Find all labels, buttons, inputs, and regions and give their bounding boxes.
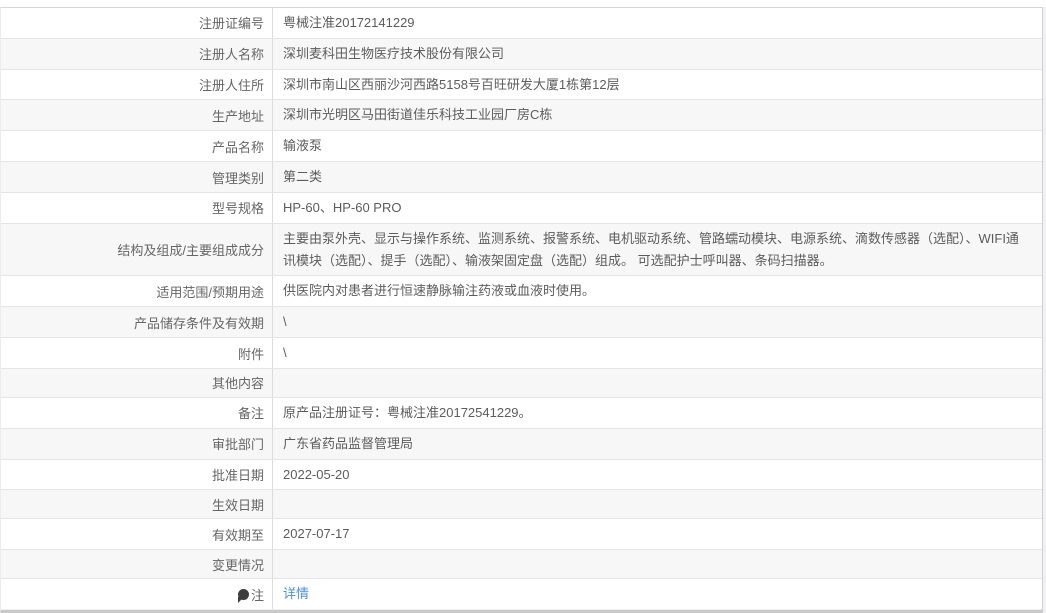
row-value: 2022-05-20 (283, 466, 350, 482)
row-label: 注册人名称 (1, 38, 273, 69)
row-value (273, 550, 1042, 578)
table-row: 批准日期 2022-05-20 (1, 459, 1042, 491)
table-row: 产品储存条件及有效期 \ (1, 307, 1042, 339)
row-value: 第二类 (283, 169, 323, 185)
registration-info-table: 注册证编号 粤械注准20172141229 注册人名称 深圳麦科田生物医疗技术股… (0, 7, 1043, 613)
row-label: 备注 (1, 397, 273, 428)
row-label: 管理类别 (1, 162, 273, 192)
row-label: 审批部门 (1, 428, 273, 459)
table-row: 注册人名称 深圳麦科田生物医疗技术股份有限公司 (1, 38, 1042, 70)
row-label: 其他内容 (1, 368, 273, 397)
row-value: 2027-07-17 (283, 526, 350, 542)
row-label: 生产地址 (1, 100, 273, 131)
table-row: 结构及组成/主要组成成分 主要由泵外壳、显示与操作系统、监测系统、报警系统、电机… (1, 223, 1042, 277)
row-label: 型号规格 (1, 192, 273, 223)
row-value (273, 369, 1042, 397)
row-value: \ (283, 314, 287, 330)
row-value: 粤械注准20172141229 (283, 15, 415, 30)
comment-icon (237, 588, 249, 603)
row-value: \ (283, 345, 287, 361)
row-value: 输液泵 (283, 138, 323, 154)
row-label: 有效期至 (1, 519, 273, 550)
row-label: 产品名称 (1, 131, 273, 162)
row-value (273, 490, 1042, 518)
row-label: 结构及组成/主要组成成分 (1, 223, 273, 276)
table-row: 适用范围/预期用途 供医院内对患者进行恒速静脉输注药液或血液时使用。 (1, 276, 1042, 308)
table-row: 注册证编号 粤械注准20172141229 (1, 8, 1042, 39)
row-value: 供医院内对患者进行恒速静脉输注药液或血液时使用。 (283, 283, 596, 299)
row-label: 产品储存条件及有效期 (1, 307, 273, 338)
note-label: 注 (250, 587, 264, 603)
table-row: 产品名称 输液泵 (1, 131, 1042, 163)
table-row: 审批部门 广东省药品监督管理局 (1, 428, 1042, 460)
row-value: HP-60、HP-60 PRO (283, 199, 402, 215)
row-value: 详情 (273, 579, 1042, 609)
table-row: 备注 原产品注册证号：粤械注准20172541229。 (1, 397, 1042, 429)
row-value: 广东省药品监督管理局 (283, 435, 414, 451)
table-row: 注册人住所 深圳市南山区西丽沙河西路5158号百旺研发大厦1栋第12层 (1, 69, 1042, 101)
row-label: 注 (1, 579, 273, 610)
table-row: 生产地址 深圳市光明区马田街道佳乐科技工业园厂房C栋 (1, 100, 1042, 132)
row-value: 深圳市南山区西丽沙河西路5158号百旺研发大厦1栋第12层 (283, 76, 620, 92)
row-label: 注册人住所 (1, 69, 273, 100)
row-value: 原产品注册证号：粤械注准20172541229。 (283, 404, 532, 420)
row-label: 注册证编号 (1, 8, 273, 38)
table-row: 变更情况 (1, 550, 1042, 580)
row-label: 适用范围/预期用途 (1, 276, 273, 307)
table-row: 其他内容 (1, 368, 1042, 398)
row-label: 批准日期 (1, 459, 273, 490)
table-row-note: 注 详情 (1, 579, 1042, 611)
table-row: 生效日期 (1, 490, 1042, 520)
row-value: 深圳麦科田生物医疗技术股份有限公司 (283, 45, 505, 61)
table-row: 附件 \ (1, 338, 1042, 369)
row-value: 深圳市光明区马田街道佳乐科技工业园厂房C栋 (283, 107, 553, 123)
page-top-strip (0, 0, 1046, 7)
table-row: 有效期至 2027-07-17 (1, 519, 1042, 551)
row-label: 附件 (1, 338, 273, 368)
table-row: 管理类别 第二类 (1, 162, 1042, 193)
row-label: 变更情况 (1, 550, 273, 579)
table-row: 型号规格 HP-60、HP-60 PRO (1, 192, 1042, 224)
row-value: 主要由泵外壳、显示与操作系统、监测系统、报警系统、电机驱动系统、管路蠕动模块、电… (283, 230, 1019, 268)
row-label: 生效日期 (1, 490, 273, 519)
detail-link[interactable]: 详情 (283, 583, 309, 605)
